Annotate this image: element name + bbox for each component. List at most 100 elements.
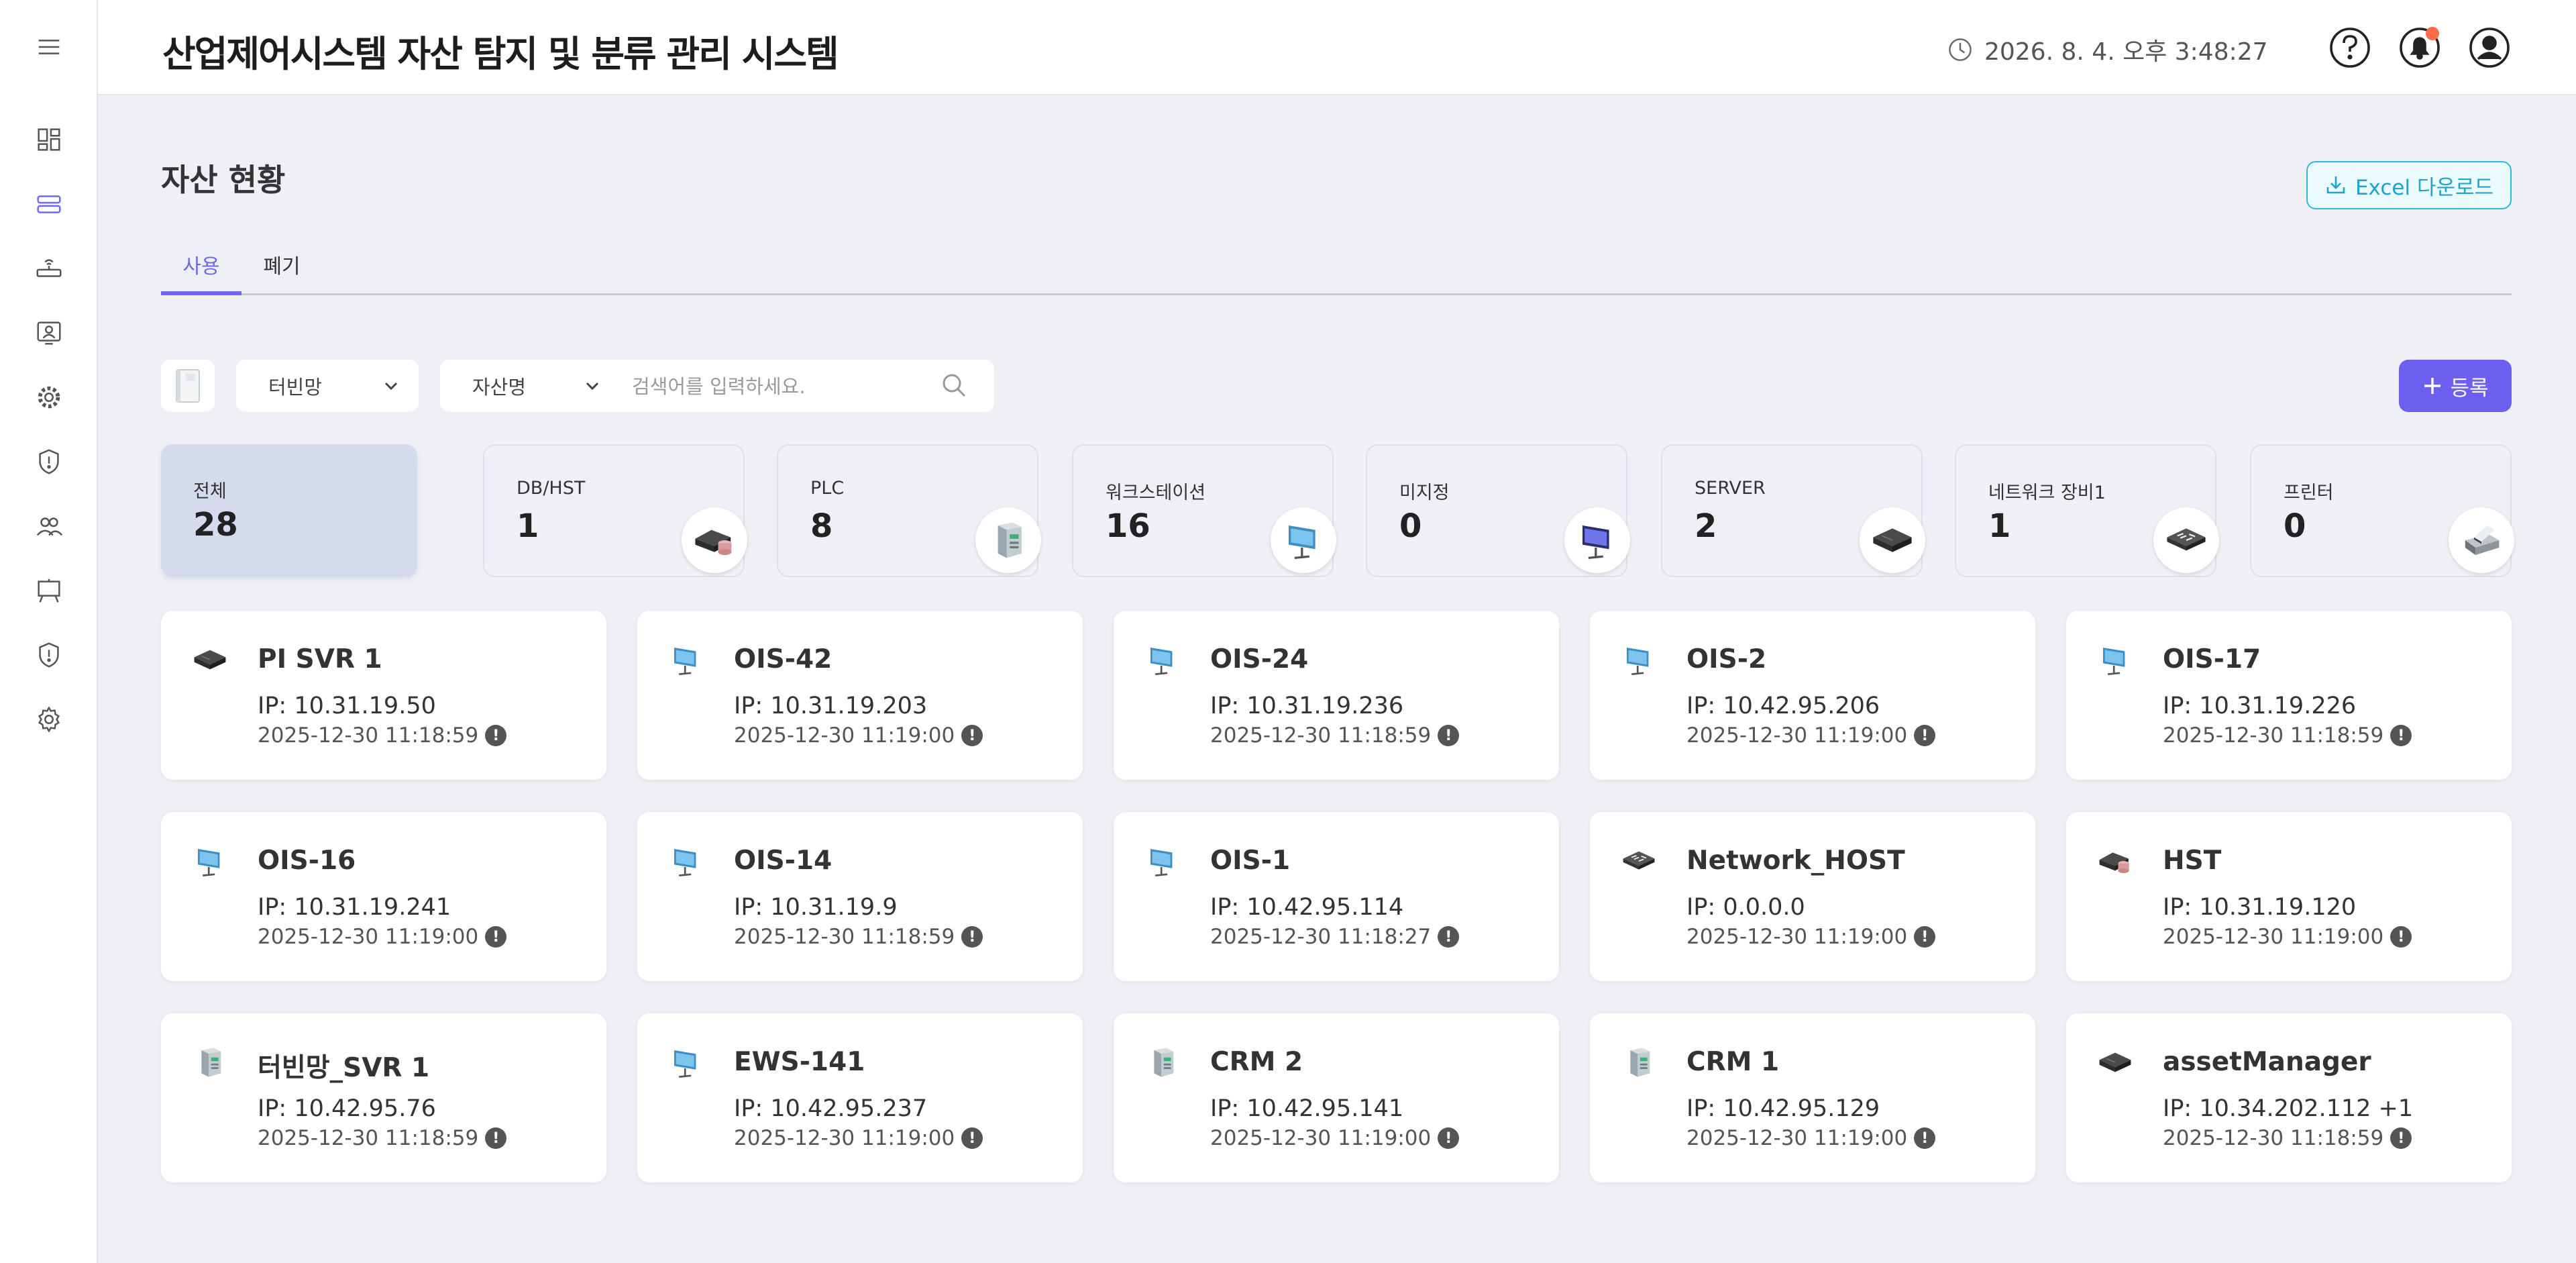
asset-ip: IP: 10.42.95.237	[734, 1095, 928, 1122]
shield-icon[interactable]	[29, 635, 69, 675]
workstation-icon	[668, 1044, 704, 1080]
category-card-server[interactable]: SERVER 2	[1661, 444, 1925, 577]
asset-ip: IP: 10.31.19.50	[258, 693, 436, 719]
asset-ip: IP: 10.42.95.206	[1686, 693, 1880, 719]
asset-card[interactable]: OIS-24 IP: 10.31.19.236 2025-12-30 11:18…	[1114, 611, 1559, 780]
asset-name: OIS-1	[1210, 846, 1291, 876]
gear-cog-icon[interactable]	[29, 377, 69, 417]
asset-name: OIS-42	[734, 644, 833, 674]
user-icon[interactable]	[2467, 26, 2512, 70]
board-icon[interactable]	[29, 570, 69, 611]
info-icon[interactable]: !	[2390, 1127, 2412, 1149]
info-icon[interactable]: !	[485, 926, 507, 948]
info-icon[interactable]: !	[485, 1127, 507, 1149]
info-icon[interactable]: !	[1914, 725, 1936, 746]
dashboard-icon[interactable]	[29, 119, 69, 160]
asset-card[interactable]: OIS-1 IP: 10.42.95.114 2025-12-30 11:18:…	[1114, 812, 1559, 981]
category-card-all[interactable]: 전체 28	[161, 444, 417, 577]
category-card-plc[interactable]: PLC 8	[777, 444, 1041, 577]
chevron-down-icon	[384, 382, 398, 391]
asset-time-text: 2025-12-30 11:19:00	[1686, 1126, 1908, 1150]
asset-card[interactable]: OIS-17 IP: 10.31.19.226 2025-12-30 11:18…	[2066, 611, 2512, 780]
datetime-text: 2026. 8. 4. 오후 3:48:27	[1984, 38, 2268, 66]
info-icon[interactable]: !	[961, 725, 983, 746]
excel-download-button[interactable]: Excel 다운로드	[2306, 161, 2512, 209]
workstation-icon	[2097, 642, 2133, 678]
category-card-network[interactable]: 네트워크 장비1 1	[1955, 444, 2219, 577]
asset-card[interactable]: OIS-14 IP: 10.31.19.9 2025-12-30 11:18:5…	[637, 812, 1083, 981]
network-device-icon[interactable]	[29, 248, 69, 289]
top-header: 산업제어시스템 자산 탐지 및 분류 관리 시스템 2026. 8. 4. 오후…	[98, 0, 2576, 95]
monitor-user-icon[interactable]	[29, 313, 69, 353]
category-card-unassigned[interactable]: 미지정 0	[1366, 444, 1630, 577]
server-icon	[192, 642, 228, 678]
info-icon[interactable]: !	[485, 725, 507, 746]
network-switch-icon	[1621, 843, 1657, 879]
info-icon[interactable]: !	[1438, 725, 1460, 746]
category-count: 0	[1399, 507, 1422, 545]
info-icon[interactable]: !	[2390, 725, 2412, 746]
chevron-down-icon[interactable]	[584, 377, 601, 395]
search-input[interactable]	[632, 373, 927, 400]
asset-name: EWS-141	[734, 1047, 865, 1077]
info-icon[interactable]: !	[961, 1127, 983, 1149]
asset-card[interactable]: PI SVR 1 IP: 10.31.19.50 2025-12-30 11:1…	[161, 611, 606, 780]
plus-icon	[2424, 378, 2441, 394]
users-icon[interactable]	[29, 506, 69, 546]
asset-card[interactable]: OIS-42 IP: 10.31.19.203 2025-12-30 11:19…	[637, 611, 1083, 780]
plc-icon	[975, 507, 1041, 573]
category-count: 2	[1695, 507, 1717, 545]
asset-card[interactable]: 터빈망_SVR 1 IP: 10.42.95.76 2025-12-30 11:…	[161, 1013, 606, 1182]
register-button[interactable]: 등록	[2399, 360, 2512, 412]
tab-in-use[interactable]: 사용	[161, 250, 241, 295]
info-icon[interactable]: !	[1438, 926, 1460, 948]
asset-name: OIS-24	[1210, 644, 1309, 674]
db-hst-icon	[682, 507, 747, 573]
asset-card[interactable]: assetManager IP: 10.34.202.112 +1 2025-1…	[2066, 1013, 2512, 1182]
asset-time-text: 2025-12-30 11:19:00	[1210, 1126, 1432, 1150]
bookmark-toggle-button[interactable]	[161, 360, 215, 412]
asset-name: OIS-14	[734, 846, 833, 876]
help-icon[interactable]	[2328, 26, 2372, 70]
search-icon[interactable]	[939, 370, 969, 400]
asset-card[interactable]: Network_HOST IP: 0.0.0.0 2025-12-30 11:1…	[1590, 812, 2035, 981]
asset-ip: IP: 10.42.95.141	[1210, 1095, 1404, 1122]
asset-ip: IP: 10.31.19.226	[2163, 693, 2357, 719]
settings-icon[interactable]	[29, 699, 69, 740]
info-icon[interactable]: !	[1914, 926, 1936, 948]
category-count: 1	[1988, 507, 2011, 545]
category-label: 네트워크 장비1	[1988, 483, 2106, 503]
asset-card[interactable]: OIS-2 IP: 10.42.95.206 2025-12-30 11:19:…	[1590, 611, 2035, 780]
asset-ip: IP: 0.0.0.0	[1686, 894, 1805, 921]
info-icon[interactable]: !	[1438, 1127, 1460, 1149]
category-count: 16	[1106, 507, 1150, 545]
asset-card[interactable]: CRM 1 IP: 10.42.95.129 2025-12-30 11:19:…	[1590, 1013, 2035, 1182]
asset-time-text: 2025-12-30 11:18:59	[1210, 723, 1432, 748]
asset-card[interactable]: HST IP: 10.31.19.120 2025-12-30 11:19:00…	[2066, 812, 2512, 981]
bell-icon[interactable]	[2398, 26, 2442, 70]
tab-disposed[interactable]: 폐기	[241, 250, 322, 295]
category-label: DB/HST	[517, 478, 586, 499]
network-select[interactable]: 터빈망	[236, 360, 419, 412]
info-icon[interactable]: !	[961, 926, 983, 948]
info-icon[interactable]: !	[1914, 1127, 1936, 1149]
asset-name: OIS-17	[2163, 644, 2261, 674]
asset-card[interactable]: OIS-16 IP: 10.31.19.241 2025-12-30 11:19…	[161, 812, 606, 981]
asset-timestamp: 2025-12-30 11:18:59!	[258, 723, 507, 748]
search-field-select-value[interactable]: 자산명	[472, 372, 526, 400]
asset-time-text: 2025-12-30 11:19:00	[1686, 925, 1908, 949]
asset-card[interactable]: EWS-141 IP: 10.42.95.237 2025-12-30 11:1…	[637, 1013, 1083, 1182]
category-label: 미지정	[1399, 483, 1450, 503]
category-label: 프린터	[2284, 483, 2334, 503]
category-card-workstation[interactable]: 워크스테이션 16	[1072, 444, 1336, 577]
category-count: 1	[517, 507, 539, 545]
asset-card[interactable]: CRM 2 IP: 10.42.95.141 2025-12-30 11:19:…	[1114, 1013, 1559, 1182]
asset-timestamp: 2025-12-30 11:18:59!	[2163, 723, 2412, 748]
asset-list-icon[interactable]	[29, 184, 69, 224]
category-card-db-hst[interactable]: DB/HST 1	[483, 444, 747, 577]
category-card-printer[interactable]: 프린터 0	[2250, 444, 2514, 577]
asset-ip: IP: 10.42.95.129	[1686, 1095, 1880, 1122]
menu-icon[interactable]	[29, 27, 69, 67]
info-icon[interactable]: !	[2390, 926, 2412, 948]
shield-alert-icon[interactable]	[29, 442, 69, 482]
